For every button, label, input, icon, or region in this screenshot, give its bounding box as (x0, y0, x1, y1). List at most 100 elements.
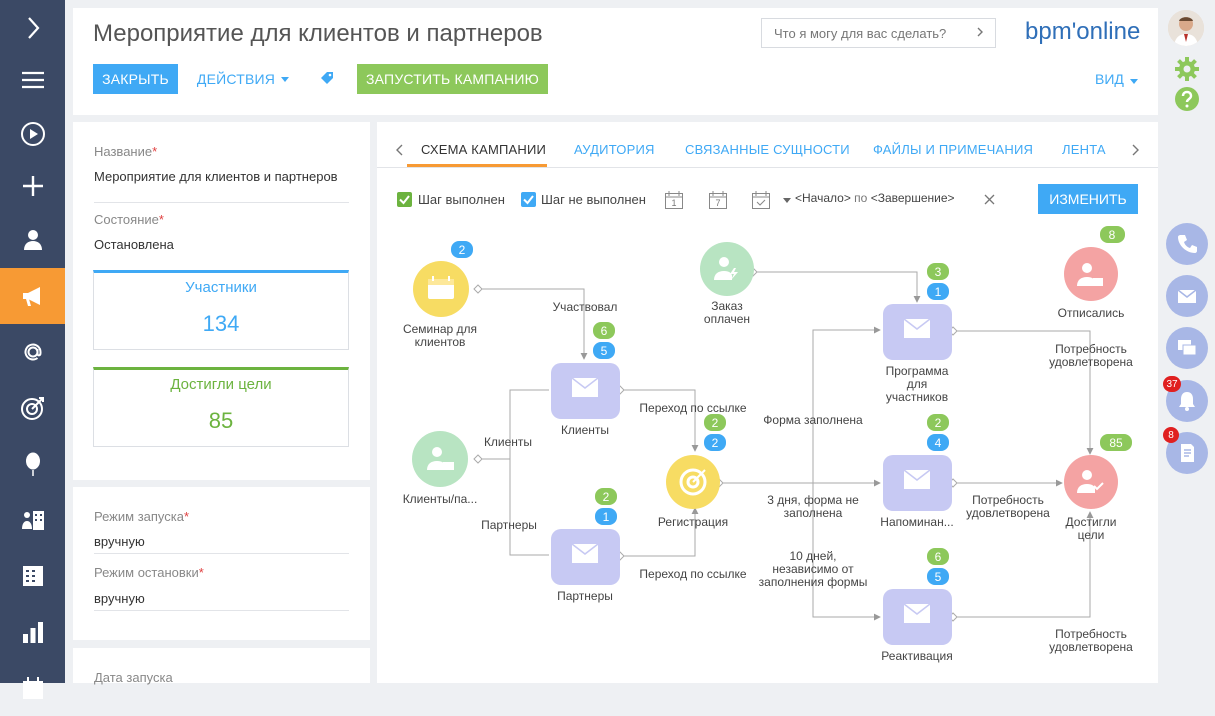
program-notdone-count: 1 (935, 285, 942, 299)
calendar-icon[interactable] (0, 660, 65, 716)
brand-logo: bpm'online (1025, 18, 1141, 45)
view-dropdown[interactable]: ВИД (1095, 71, 1138, 87)
user-avatar[interactable] (1168, 10, 1204, 46)
close-button[interactable]: ЗАКРЫТЬ (93, 64, 178, 94)
edge-ten-days-2: независимо от (772, 562, 854, 576)
clients-notdone-count: 5 (601, 344, 608, 358)
contacts-icon[interactable] (0, 212, 65, 268)
program-label-2: для (907, 377, 928, 391)
reactivation-email-node[interactable]: 6 5 Реактивация (881, 548, 953, 663)
participants-metric[interactable]: Участники 134 (93, 270, 349, 350)
add-icon[interactable] (0, 158, 65, 214)
registration-node[interactable]: 2 2 Регистрация (658, 414, 728, 529)
edge-three-days-1: 3 дня, форма не (767, 493, 859, 507)
help-icon[interactable] (1174, 86, 1200, 112)
state-field-value[interactable]: Остановлена (94, 235, 349, 254)
goal-reached-count: 85 (1109, 436, 1123, 450)
reactivation-done-count: 6 (935, 550, 942, 564)
chat-button[interactable] (1166, 327, 1208, 369)
partners-email-node[interactable]: 2 1 Партнеры (551, 488, 620, 603)
goal-reached-value: 85 (208, 408, 234, 433)
unsubscribed-count: 8 (1109, 228, 1116, 242)
edge-need-3a: Потребность (1055, 627, 1127, 641)
actions-label: ДЕЙСТВИЯ (196, 71, 276, 87)
envelope-icon (1177, 289, 1197, 303)
email-icon (571, 377, 599, 397)
unsubscribed-label: Отписались (1058, 306, 1125, 320)
edge-need-2a: Потребность (972, 493, 1044, 507)
actions-dropdown[interactable]: ДЕЙСТВИЯ (196, 64, 290, 94)
right-sidebar: 37 8 (1160, 0, 1215, 683)
chevron-down-icon (1129, 79, 1138, 84)
audience-label: Клиенты/па... (403, 492, 478, 506)
menu-icon[interactable] (0, 52, 65, 108)
partners-email-label: Партнеры (557, 589, 613, 603)
edge-link-2: Переход по ссылке (639, 567, 747, 581)
goal-reached-metric[interactable]: Достигли цели 85 (93, 367, 349, 447)
campaign-schema-panel: СХЕМА КАМПАНИИ АУДИТОРИЯ СВЯЗАННЫЕ СУЩНО… (377, 122, 1158, 683)
reminder-notdone-count: 4 (935, 436, 942, 450)
launch-settings-card: Режим запуска* вручную Режим остановки* … (73, 487, 370, 640)
notifications-count-badge: 37 (1163, 376, 1181, 392)
stop-mode-value[interactable]: вручную (94, 589, 349, 608)
reminder-done-count: 2 (935, 416, 942, 430)
edge-partners: Партнеры (481, 518, 537, 532)
tag-icon[interactable] (320, 72, 334, 86)
phone-button[interactable] (1166, 223, 1208, 265)
edge-need-1b: удовлетворена (1049, 355, 1133, 369)
goal-reached-label: Достигли цели (170, 376, 272, 393)
goal-icon[interactable] (0, 380, 65, 436)
calendar-event-icon (428, 276, 454, 299)
audience-node[interactable]: Клиенты/па... (403, 431, 478, 506)
settings-gear-icon[interactable] (1174, 56, 1200, 82)
name-field-value[interactable]: Мероприятие для клиентов и партнеров (94, 167, 349, 186)
registration-label: Регистрация (658, 515, 728, 529)
partners-notdone-count: 1 (603, 510, 610, 524)
goal-reached-node[interactable]: 85 Достигли цели (1064, 434, 1132, 542)
email-panel-button[interactable] (1166, 275, 1208, 317)
edge-form-filled: Форма заполнена (763, 413, 863, 427)
bell-icon (1179, 392, 1195, 411)
seminar-node[interactable]: 2 Семинар для клиентов (403, 241, 477, 349)
participants-value: 134 (202, 311, 240, 336)
main-navigation (0, 0, 65, 699)
divider (94, 553, 349, 554)
email-icon (571, 543, 599, 563)
expand-icon[interactable] (0, 0, 65, 56)
edge-need-3b: удовлетворена (1049, 640, 1133, 654)
order-paid-node[interactable]: Заказ оплачен (700, 242, 754, 326)
clients-email-node[interactable]: 6 5 Клиенты (551, 322, 620, 437)
command-search-input[interactable]: Что я могу для вас сделать? (761, 18, 996, 48)
edge-need-2b: удовлетворена (966, 506, 1050, 520)
tasks-count-badge: 8 (1163, 427, 1179, 443)
seminar-label-1: Семинар для (403, 322, 477, 336)
launch-mode-value[interactable]: вручную (94, 532, 349, 551)
campaign-info-card: Название* Мероприятие для клиентов и пар… (73, 122, 370, 480)
divider (94, 610, 349, 611)
campaigns-icon[interactable] (0, 268, 65, 324)
reactivation-notdone-count: 5 (935, 570, 942, 584)
documents-icon[interactable] (0, 548, 65, 604)
state-field-label: Состояние* (94, 212, 164, 227)
program-done-count: 3 (935, 265, 942, 279)
launch-campaign-button[interactable]: ЗАПУСТИТЬ КАМПАНИЮ (357, 64, 548, 94)
analytics-icon[interactable] (0, 604, 65, 660)
unsubscribed-node[interactable]: 8 Отписались (1058, 226, 1125, 320)
order-paid-label-1: Заказ (711, 299, 743, 313)
seminar-label-2: клиентов (415, 335, 466, 349)
edge-participated: Участвовал (553, 300, 618, 314)
order-paid-label-2: оплачен (704, 312, 750, 326)
goal-reached-label-1: Достигли (1066, 515, 1117, 529)
reactivation-label: Реактивация (881, 649, 952, 663)
accounts-icon[interactable] (0, 492, 65, 548)
edge-clients: Клиенты (484, 435, 532, 449)
edge-three-days-2: заполнена (784, 506, 843, 520)
balloon-icon[interactable] (0, 436, 65, 492)
edge-link-1: Переход по ссылке (639, 401, 747, 415)
name-field-label: Название* (94, 144, 158, 159)
email-icon[interactable] (0, 324, 65, 380)
search-placeholder: Что я могу для вас сделать? (774, 25, 947, 41)
seminar-count: 2 (459, 243, 466, 257)
reminder-email-node[interactable]: 2 4 Напоминан... (880, 414, 954, 529)
play-icon[interactable] (0, 106, 65, 162)
